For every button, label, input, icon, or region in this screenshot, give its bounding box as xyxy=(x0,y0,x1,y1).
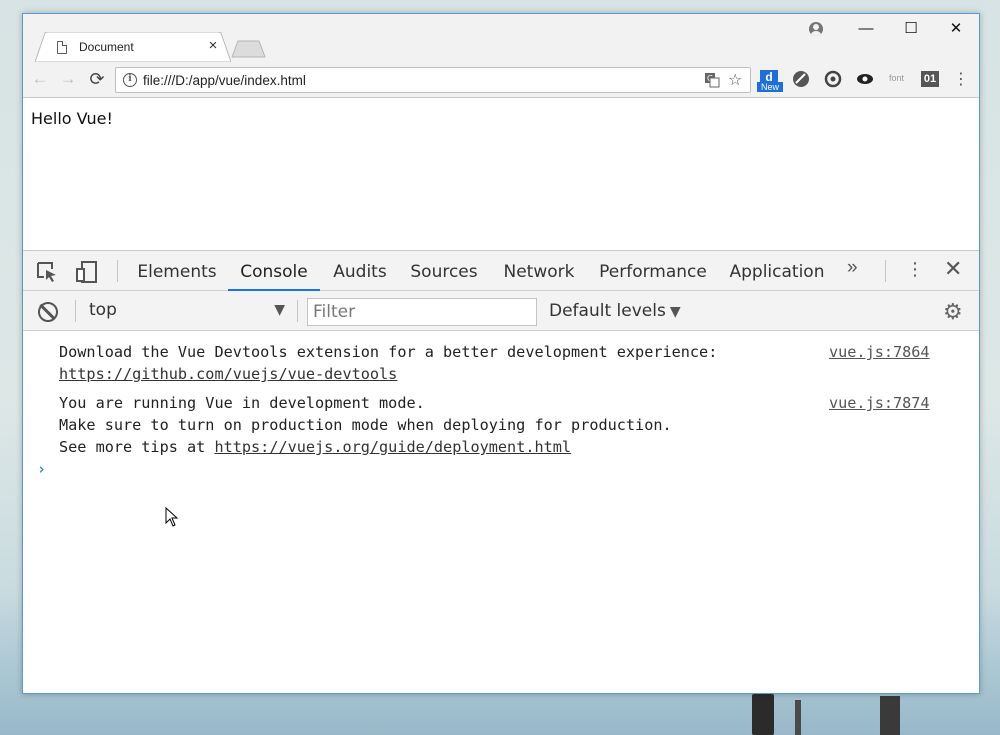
toolbar-divider xyxy=(885,260,886,282)
filter-input[interactable]: Filter xyxy=(307,298,537,326)
tab-close-button[interactable]: × xyxy=(205,37,221,54)
title-bar: Document × — ☐ ✕ xyxy=(23,14,979,62)
browser-toolbar: ← → ⟳ i file:///D:/app/vue/index.html G … xyxy=(23,62,979,98)
console-message: Download the Vue Devtools extension for … xyxy=(59,341,717,385)
translate-icon[interactable]: G xyxy=(704,72,720,91)
bookmark-star-icon[interactable]: ☆ xyxy=(728,70,742,90)
devtools-menu-icon[interactable]: ⋮ xyxy=(906,259,924,280)
page-icon xyxy=(57,41,67,54)
message-source-link[interactable]: vue.js:7864 xyxy=(829,341,930,363)
context-value: top xyxy=(89,300,117,320)
toolbar-divider xyxy=(117,260,118,282)
back-arrow-icon[interactable]: ← xyxy=(29,68,51,90)
minimize-button[interactable]: — xyxy=(843,14,889,44)
devtools-panel: Elements Console Audits Sources Network … xyxy=(23,250,979,693)
extension-new-label: New xyxy=(757,82,783,92)
tab-application[interactable]: Application xyxy=(727,251,827,291)
message-text: See more tips at xyxy=(59,438,215,456)
tab-title: Document xyxy=(79,40,134,54)
forward-arrow-icon[interactable]: → xyxy=(57,68,79,90)
dropdown-arrow-icon: ▼ xyxy=(274,302,285,318)
eye-extension-icon[interactable] xyxy=(855,70,875,90)
inspect-element-icon[interactable] xyxy=(35,260,59,284)
new-badge-extension-icon[interactable]: d New xyxy=(757,70,783,92)
devtools-close-icon[interactable]: ✕ xyxy=(944,256,962,282)
message-text: Make sure to turn on production mode whe… xyxy=(59,416,672,434)
binary-extension-icon[interactable]: 01 xyxy=(921,71,939,87)
page-text: Hello Vue! xyxy=(31,109,113,128)
device-toolbar-icon[interactable] xyxy=(75,260,99,284)
font-extension-icon[interactable]: font xyxy=(889,73,904,83)
message-link[interactable]: https://github.com/vuejs/vue-devtools xyxy=(59,365,397,383)
browser-tab[interactable]: Document × xyxy=(35,32,231,62)
more-tabs-icon[interactable]: » xyxy=(847,257,858,279)
url-text: file:///D:/app/vue/index.html xyxy=(143,73,306,88)
address-bar[interactable]: i file:///D:/app/vue/index.html G ☆ xyxy=(115,67,751,93)
desk-post xyxy=(752,694,774,735)
info-icon[interactable]: i xyxy=(123,73,137,87)
desk-post xyxy=(880,696,900,735)
console-message: You are running Vue in development mode.… xyxy=(59,392,672,458)
tab-network[interactable]: Network xyxy=(499,251,579,291)
message-source-link[interactable]: vue.js:7874 xyxy=(829,392,930,414)
message-text: Download the Vue Devtools extension for … xyxy=(59,343,718,361)
page-content: Hello Vue! xyxy=(23,99,979,250)
tab-performance[interactable]: Performance xyxy=(598,251,708,291)
maximize-button[interactable]: ☐ xyxy=(888,14,934,44)
toolbar-divider xyxy=(297,300,298,322)
dropdown-arrow-icon: ▼ xyxy=(669,304,681,320)
console-output: Download the Vue Devtools extension for … xyxy=(23,331,979,694)
tab-elements[interactable]: Elements xyxy=(133,251,221,291)
mouse-cursor-icon xyxy=(165,507,179,527)
profile-icon[interactable] xyxy=(809,22,823,36)
log-levels-select[interactable]: Default levels ▼ xyxy=(549,301,681,321)
toolbar-divider xyxy=(75,300,76,322)
browser-window: Document × — ☐ ✕ ← → ⟳ i file:///D:/app/… xyxy=(22,13,980,694)
console-prompt[interactable]: › xyxy=(37,460,46,478)
clear-console-icon[interactable] xyxy=(38,302,58,322)
message-text: You are running Vue in development mode. xyxy=(59,394,425,412)
devtools-tab-bar: Elements Console Audits Sources Network … xyxy=(23,251,979,291)
reload-icon[interactable]: ⟳ xyxy=(86,68,108,90)
desk-post xyxy=(795,700,801,735)
new-tab-button[interactable] xyxy=(231,40,267,58)
sync-extension-icon[interactable] xyxy=(823,70,843,90)
window-close-button[interactable]: ✕ xyxy=(933,14,979,44)
feather-extension-icon[interactable] xyxy=(791,70,811,90)
tab-audits[interactable]: Audits xyxy=(328,251,392,291)
context-select[interactable]: top ▼ xyxy=(89,300,285,324)
console-toolbar: top ▼ Filter Default levels ▼ ⚙ xyxy=(23,291,979,331)
levels-label: Default levels xyxy=(549,301,666,321)
browser-menu-icon[interactable]: ⋮ xyxy=(953,69,969,91)
tab-console[interactable]: Console xyxy=(228,251,320,291)
gear-icon[interactable]: ⚙ xyxy=(943,299,963,325)
tab-sources[interactable]: Sources xyxy=(407,251,481,291)
message-link[interactable]: https://vuejs.org/guide/deployment.html xyxy=(214,438,571,456)
